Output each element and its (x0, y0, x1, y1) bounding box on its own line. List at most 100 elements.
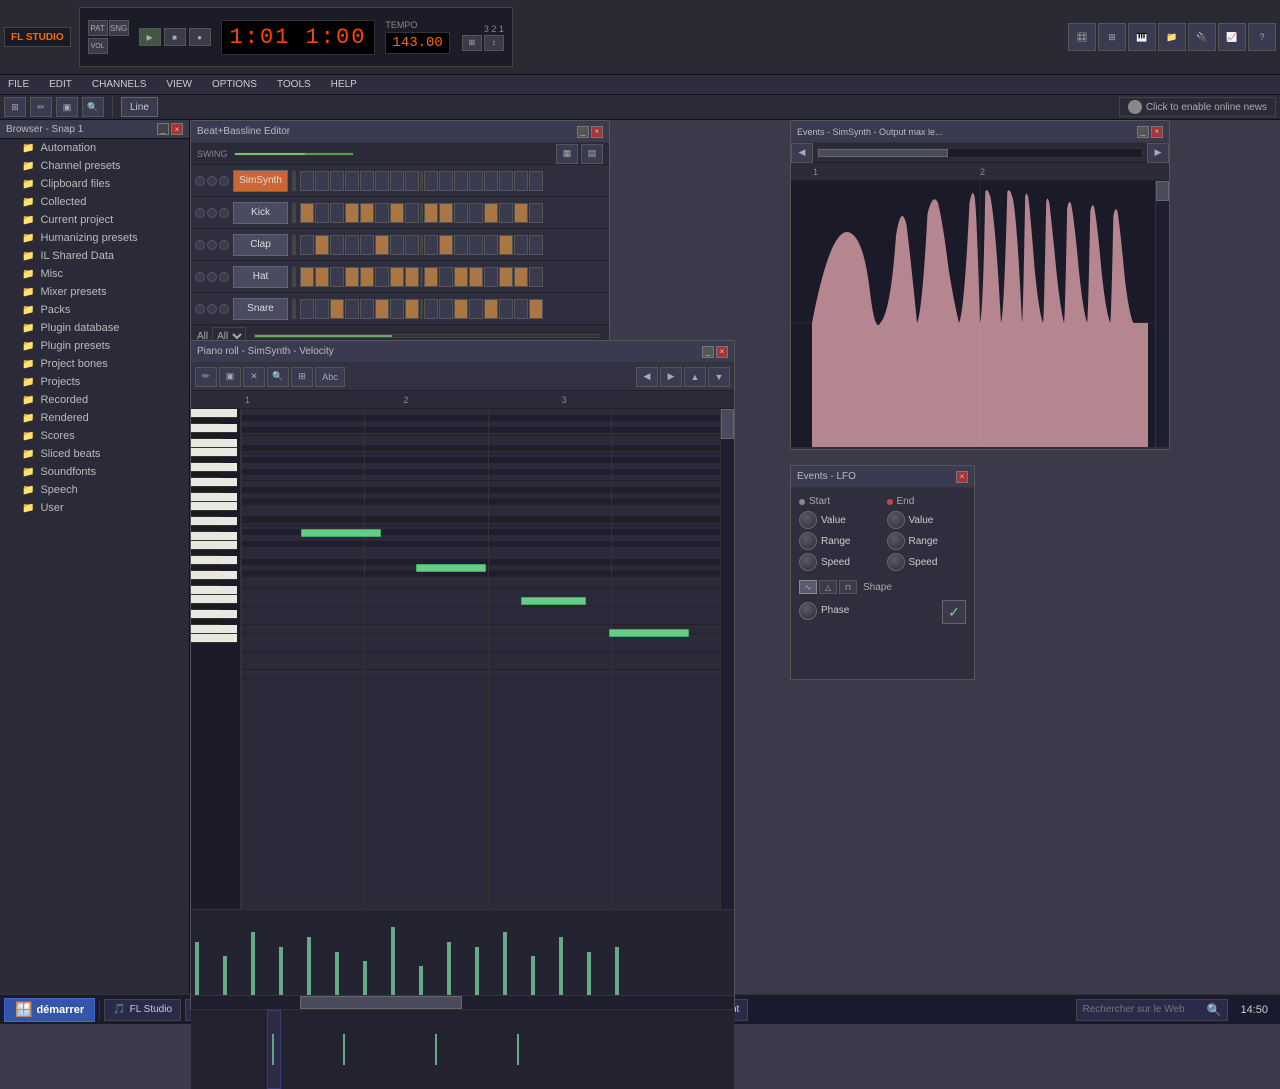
beat-btn-2-4[interactable] (360, 235, 374, 255)
piano-key-9[interactable] (191, 478, 237, 487)
sidebar-item-channel-presets[interactable]: Channel presets (0, 157, 189, 175)
sidebar-item-mixer-presets[interactable]: Mixer presets (0, 283, 189, 301)
beat-btn-0-5[interactable] (375, 171, 389, 191)
piano-key-29[interactable] (191, 634, 237, 643)
start-speed-knob[interactable] (799, 553, 817, 571)
lfo-check[interactable]: ✓ (942, 600, 966, 624)
vol-btn[interactable]: VOL (88, 38, 108, 54)
pr-scroll-v[interactable] (720, 409, 734, 909)
beat-btn-0-9[interactable] (439, 171, 453, 191)
beat-btn-1-10[interactable] (454, 203, 468, 223)
beat-btn-1-7[interactable] (405, 203, 419, 223)
plugin-btn[interactable]: 🔌 (1188, 23, 1216, 51)
mixer-btn[interactable]: 🎛 (1068, 23, 1096, 51)
sidebar-close[interactable]: × (171, 123, 183, 135)
pattern-btn[interactable]: ↕ (484, 35, 504, 51)
beat-ctrl-2-row-0[interactable] (219, 176, 229, 186)
beat-btn-3-8[interactable] (424, 267, 438, 287)
piano-key-0[interactable] (191, 409, 237, 418)
beat-btn-3-3[interactable] (345, 267, 359, 287)
beat-btn-2-14[interactable] (514, 235, 528, 255)
piano-key-26[interactable] (191, 610, 237, 619)
beat-btn-2-1[interactable] (315, 235, 329, 255)
shape-triangle[interactable]: △ (819, 580, 837, 594)
pr-note-2[interactable] (521, 597, 586, 605)
pr-note-3[interactable] (609, 629, 689, 637)
sidebar-item-user[interactable]: User (0, 499, 189, 517)
beat-btn-3-11[interactable] (469, 267, 483, 287)
beat-btn-0-0[interactable] (300, 171, 314, 191)
pr-btn-select[interactable]: ▣ (219, 367, 241, 387)
sidebar-item-packs[interactable]: Packs (0, 301, 189, 319)
zoom-btn[interactable]: 🔍 (82, 97, 104, 117)
beat-btn-1-15[interactable] (529, 203, 543, 223)
beat-btn-1-2[interactable] (330, 203, 344, 223)
beat-btn-3-4[interactable] (360, 267, 374, 287)
events-minimize[interactable]: _ (1137, 126, 1149, 138)
beat-ctrl-2-row-4[interactable] (219, 304, 229, 314)
beat-label-simsynth[interactable]: SimSynth (233, 170, 288, 192)
pr-btn-draw[interactable]: ✏ (195, 367, 217, 387)
beat-btn-0-1[interactable] (315, 171, 329, 191)
beat-btn-2-3[interactable] (345, 235, 359, 255)
menu-help[interactable]: HELP (327, 77, 361, 92)
beat-ctrl-1-row-3[interactable] (207, 272, 217, 282)
beat-btn-4-6[interactable] (390, 299, 404, 319)
pr-scroll-h[interactable] (191, 995, 734, 1009)
beat-btn-3-13[interactable] (499, 267, 513, 287)
piano-key-23[interactable] (191, 586, 237, 595)
pr-btn-zoom[interactable]: 🔍 (267, 367, 289, 387)
beat-btn-4-15[interactable] (529, 299, 543, 319)
beat-btn-2-9[interactable] (439, 235, 453, 255)
beat-btn-4-14[interactable] (514, 299, 528, 319)
piano-key-19[interactable] (191, 556, 237, 565)
piano-roll-minimize[interactable]: _ (702, 346, 714, 358)
menu-file[interactable]: FILE (4, 77, 33, 92)
beat-btn-3-1[interactable] (315, 267, 329, 287)
seq-view-btn2[interactable]: ▤ (581, 144, 603, 164)
pr-nav-left[interactable]: ◀ (636, 367, 658, 387)
sidebar-item-clipboard-files[interactable]: Clipboard files (0, 175, 189, 193)
beat-btn-4-5[interactable] (375, 299, 389, 319)
beat-btn-3-7[interactable] (405, 267, 419, 287)
events-scrollbar-h[interactable] (817, 148, 1143, 158)
beat-btn-0-14[interactable] (514, 171, 528, 191)
play-btn[interactable]: ▶ (139, 28, 161, 46)
beat-ctrl-2-row-1[interactable] (219, 208, 229, 218)
sidebar-item-humanizing-presets[interactable]: Humanizing presets (0, 229, 189, 247)
beat-btn-4-1[interactable] (315, 299, 329, 319)
beat-btn-1-0[interactable] (300, 203, 314, 223)
piano-key-2[interactable] (191, 424, 237, 433)
pr-grid[interactable] (241, 409, 734, 909)
beat-label-kick[interactable]: Kick (233, 202, 288, 224)
menu-options[interactable]: OPTIONS (208, 77, 261, 92)
beat-btn-4-11[interactable] (469, 299, 483, 319)
end-value-knob[interactable] (887, 511, 905, 529)
beat-btn-1-5[interactable] (375, 203, 389, 223)
stop-btn[interactable]: ■ (164, 28, 186, 46)
beat-ctrl-0-row-0[interactable] (195, 176, 205, 186)
beat-btn-4-4[interactable] (360, 299, 374, 319)
pr-btn-snap[interactable]: ⊞ (291, 367, 313, 387)
beat-ctrl-0-row-4[interactable] (195, 304, 205, 314)
pencil-btn[interactable]: ✏ (30, 97, 52, 117)
beat-btn-2-5[interactable] (375, 235, 389, 255)
shape-square[interactable]: ⊓ (839, 580, 857, 594)
menu-tools[interactable]: TOOLS (273, 77, 315, 92)
beat-ctrl-0-row-3[interactable] (195, 272, 205, 282)
sidebar-item-rendered[interactable]: Rendered (0, 409, 189, 427)
sidebar-item-recorded[interactable]: Recorded (0, 391, 189, 409)
piano-key-11[interactable] (191, 493, 237, 502)
beat-btn-1-11[interactable] (469, 203, 483, 223)
news-bar[interactable]: Click to enable online news (1119, 97, 1276, 117)
beat-btn-3-5[interactable] (375, 267, 389, 287)
sidebar-item-il-shared-data[interactable]: IL Shared Data (0, 247, 189, 265)
beat-btn-3-2[interactable] (330, 267, 344, 287)
beat-btn-4-7[interactable] (405, 299, 419, 319)
beat-btn-1-3[interactable] (345, 203, 359, 223)
sidebar-item-plugin-database[interactable]: Plugin database (0, 319, 189, 337)
help-btn[interactable]: ? (1248, 23, 1276, 51)
menu-edit[interactable]: EDIT (45, 77, 76, 92)
events-left[interactable]: ◀ (791, 143, 813, 163)
beat-ctrl-1-row-1[interactable] (207, 208, 217, 218)
